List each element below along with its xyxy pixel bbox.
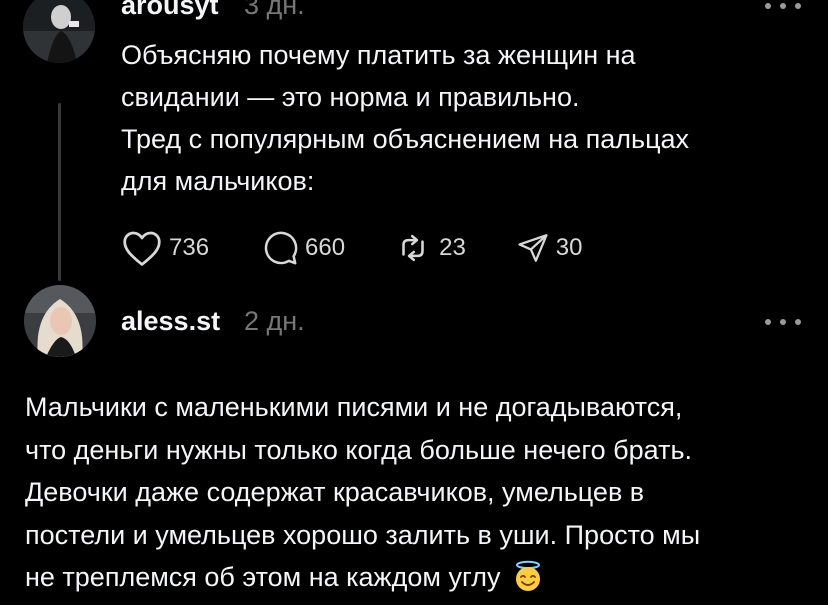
share-button[interactable]: 30	[516, 231, 583, 265]
share-icon	[518, 234, 548, 262]
comment-icon	[264, 231, 298, 265]
reply-avatar[interactable]	[24, 285, 96, 357]
like-count: 736	[169, 234, 210, 261]
post-avatar-image	[23, 0, 95, 63]
post-body-line: Тред с популярным объяснением на пальцах	[121, 124, 690, 154]
thread-line	[58, 103, 61, 281]
reply-avatar-image	[24, 285, 96, 357]
post-actions: 736 660 23 30	[121, 226, 583, 270]
post-avatar[interactable]	[23, 0, 95, 63]
reply-more-icon[interactable]	[765, 312, 801, 332]
repost-button[interactable]: 23	[393, 229, 466, 267]
reply-body-last-line: не треплемся об этом на каждом углу	[25, 556, 700, 599]
reply-username[interactable]: aless.st	[121, 306, 220, 337]
more-dot	[795, 319, 801, 325]
post-body-line: Объясняю почему платить за женщин на	[121, 40, 636, 70]
reply-body-line: Мальчики с маленькими писями и не догады…	[25, 392, 683, 422]
heart-icon	[123, 231, 161, 266]
reply-body-line: не треплемся об этом на каждом углу	[25, 562, 501, 592]
like-button[interactable]: 736	[121, 229, 209, 267]
reply-body-line: постели и умельцев хорошо залить в уши. …	[25, 519, 701, 550]
more-dot	[765, 3, 771, 9]
more-dot	[795, 3, 801, 9]
post-body-line: свидании — это норма и правильно.	[121, 82, 580, 112]
post-timestamp: 3 дн.	[244, 0, 305, 20]
more-dot	[780, 319, 786, 325]
reply-body-line: что деньги нужны только когда больше неч…	[25, 434, 693, 465]
comment-count: 660	[305, 234, 346, 261]
comment-button[interactable]: 660	[261, 229, 345, 267]
share-count: 30	[555, 234, 583, 261]
repost-count: 23	[439, 234, 466, 261]
more-dot	[765, 319, 771, 325]
reply-body-line: Девочки даже содержат красавчиков, умель…	[25, 477, 645, 507]
repost-icon	[402, 234, 424, 262]
post-body: Объясняю почему платить за женщин на сви…	[121, 34, 689, 202]
reply-timestamp: 2 дн.	[244, 306, 305, 336]
more-dot	[780, 3, 786, 9]
reply-body: Мальчики с маленькими писями и не догады…	[25, 386, 700, 599]
post-more-icon[interactable]	[765, 0, 801, 16]
post-body-line: для мальчиков:	[121, 166, 315, 196]
smiling-face-with-halo-emoji	[515, 560, 540, 591]
post-username[interactable]: arousyt	[121, 0, 219, 21]
